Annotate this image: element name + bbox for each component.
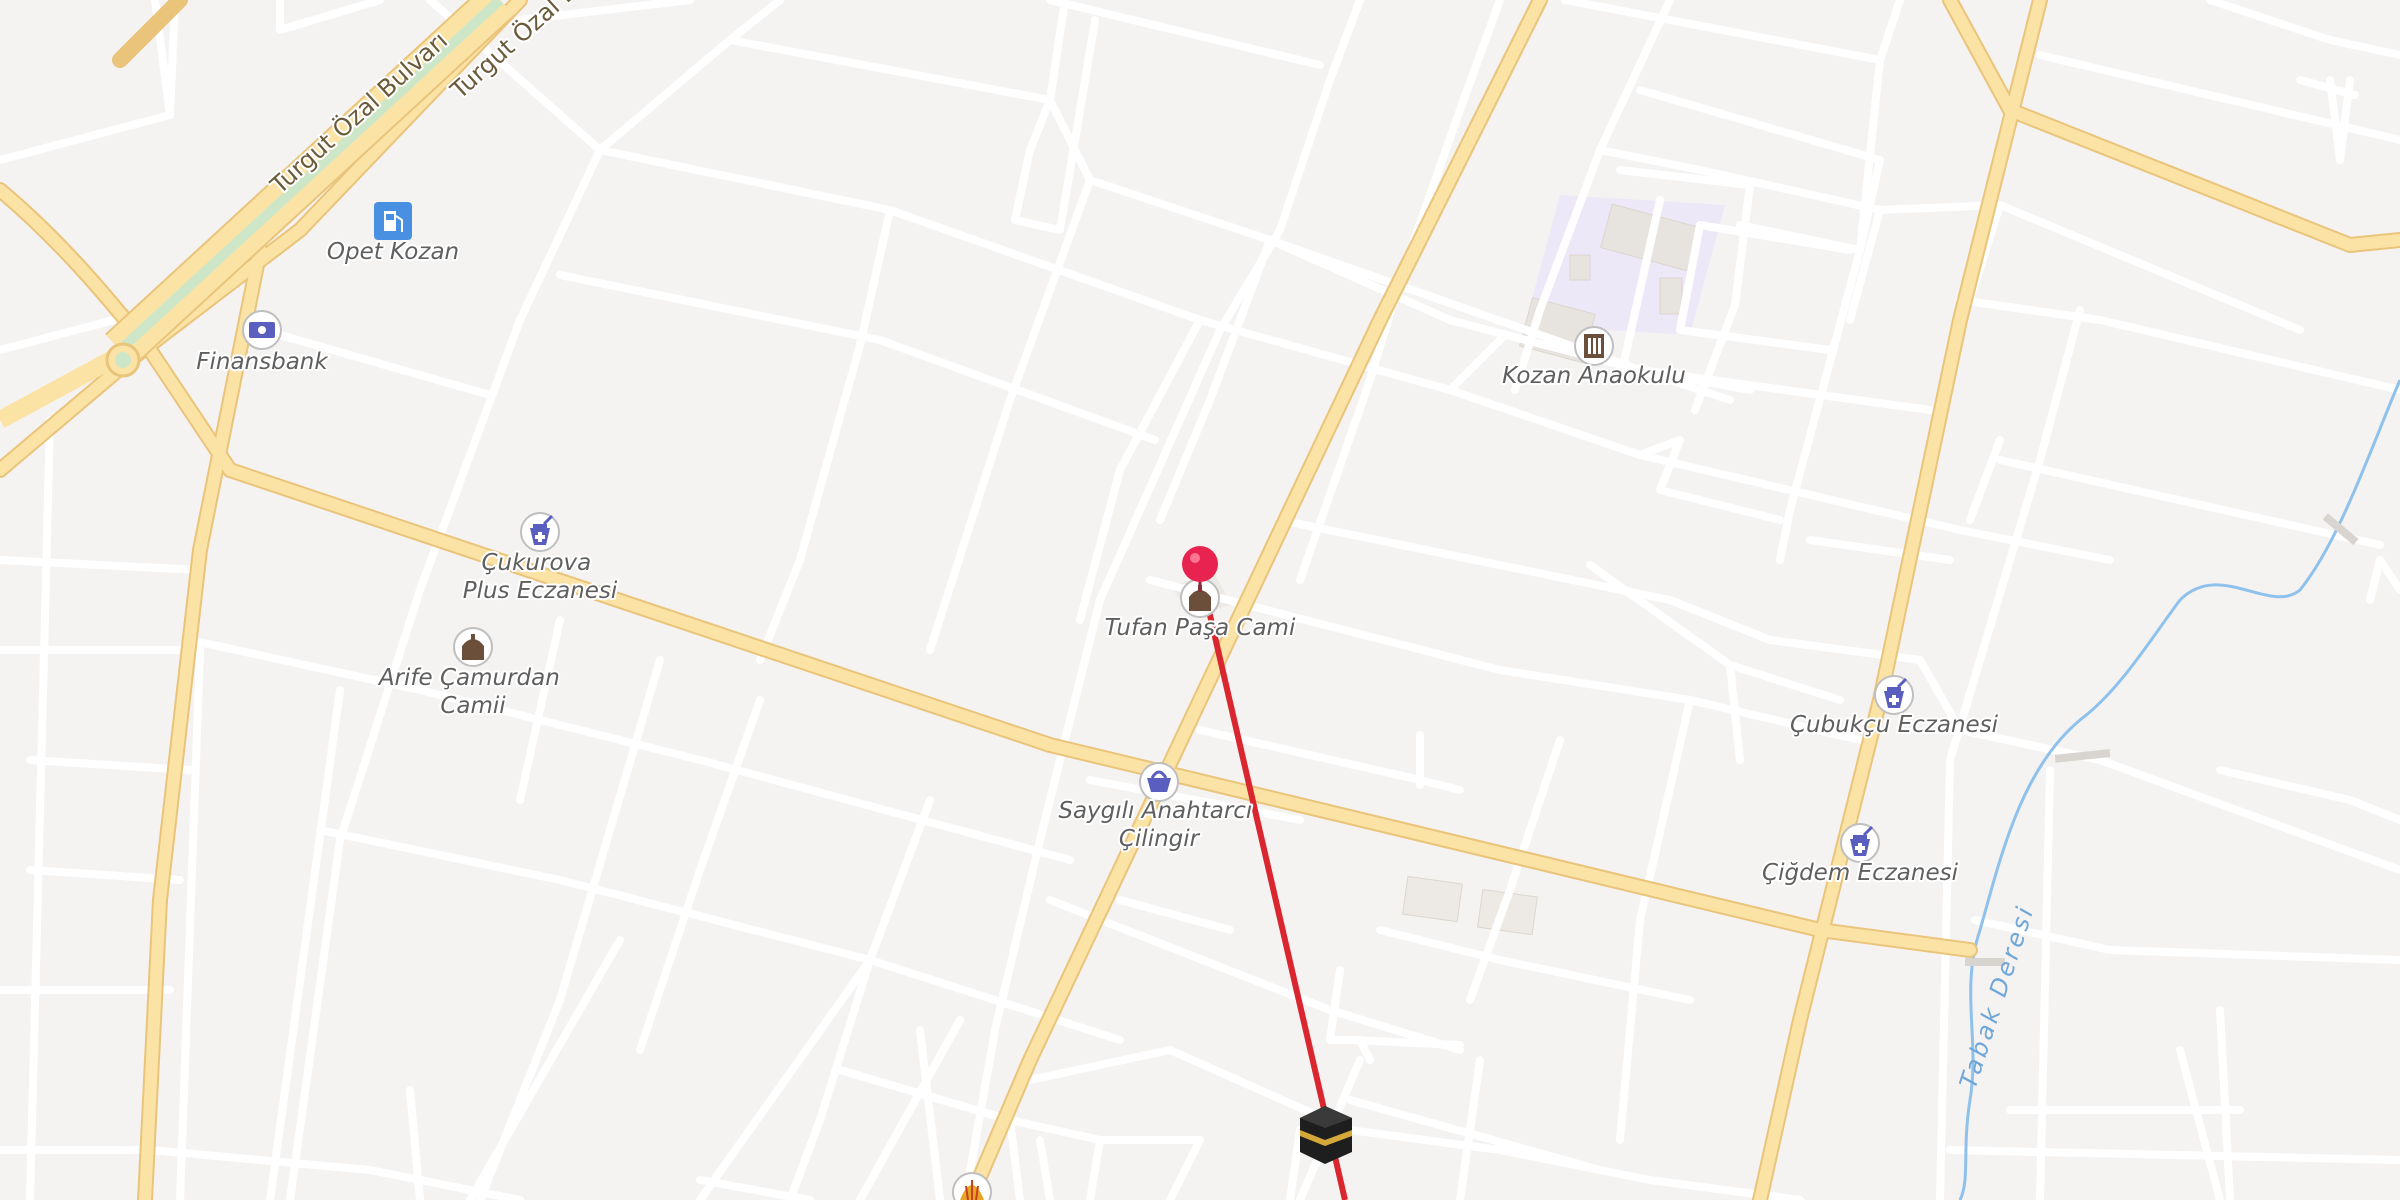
school-icon xyxy=(1584,334,1604,358)
poi-label-arife-line1: Arife Çamurdan xyxy=(377,665,560,691)
poi-label-finansbank: Finansbank xyxy=(196,349,329,375)
bank-icon xyxy=(249,322,275,338)
poi-label-cubukcu-eczanesi: Çubukçu Eczanesi xyxy=(1790,712,1999,738)
map-canvas[interactable]: Turgut Özal Bulvarı Turgut Özal B Tabak … xyxy=(0,0,2400,1200)
qibla-kaaba-marker[interactable] xyxy=(1300,1106,1352,1164)
kaaba-icon xyxy=(1300,1106,1352,1164)
poi-label-cukurova-line1: Çukurova xyxy=(481,550,591,576)
poi-label-cigdem-eczanesi: Çiğdem Eczanesi xyxy=(1762,860,1959,886)
poi-label-saygili-line1: Saygılı Anahtarcı xyxy=(1058,798,1252,824)
poi-label-tufan-pasa-cami: Tufan Paşa Cami xyxy=(1105,615,1296,641)
poi-label-saygili-line2: Çilingir xyxy=(1119,826,1201,852)
poi-label-opet-kozan: Opet Kozan xyxy=(327,239,459,265)
map-pin-icon xyxy=(1182,546,1218,582)
poi-label-kozan-anaokulu: Kozan Anaokulu xyxy=(1502,363,1686,389)
poi-label-arife-line2: Camii xyxy=(440,693,506,719)
poi-label-cukurova-line2: Plus Eczanesi xyxy=(463,578,618,604)
